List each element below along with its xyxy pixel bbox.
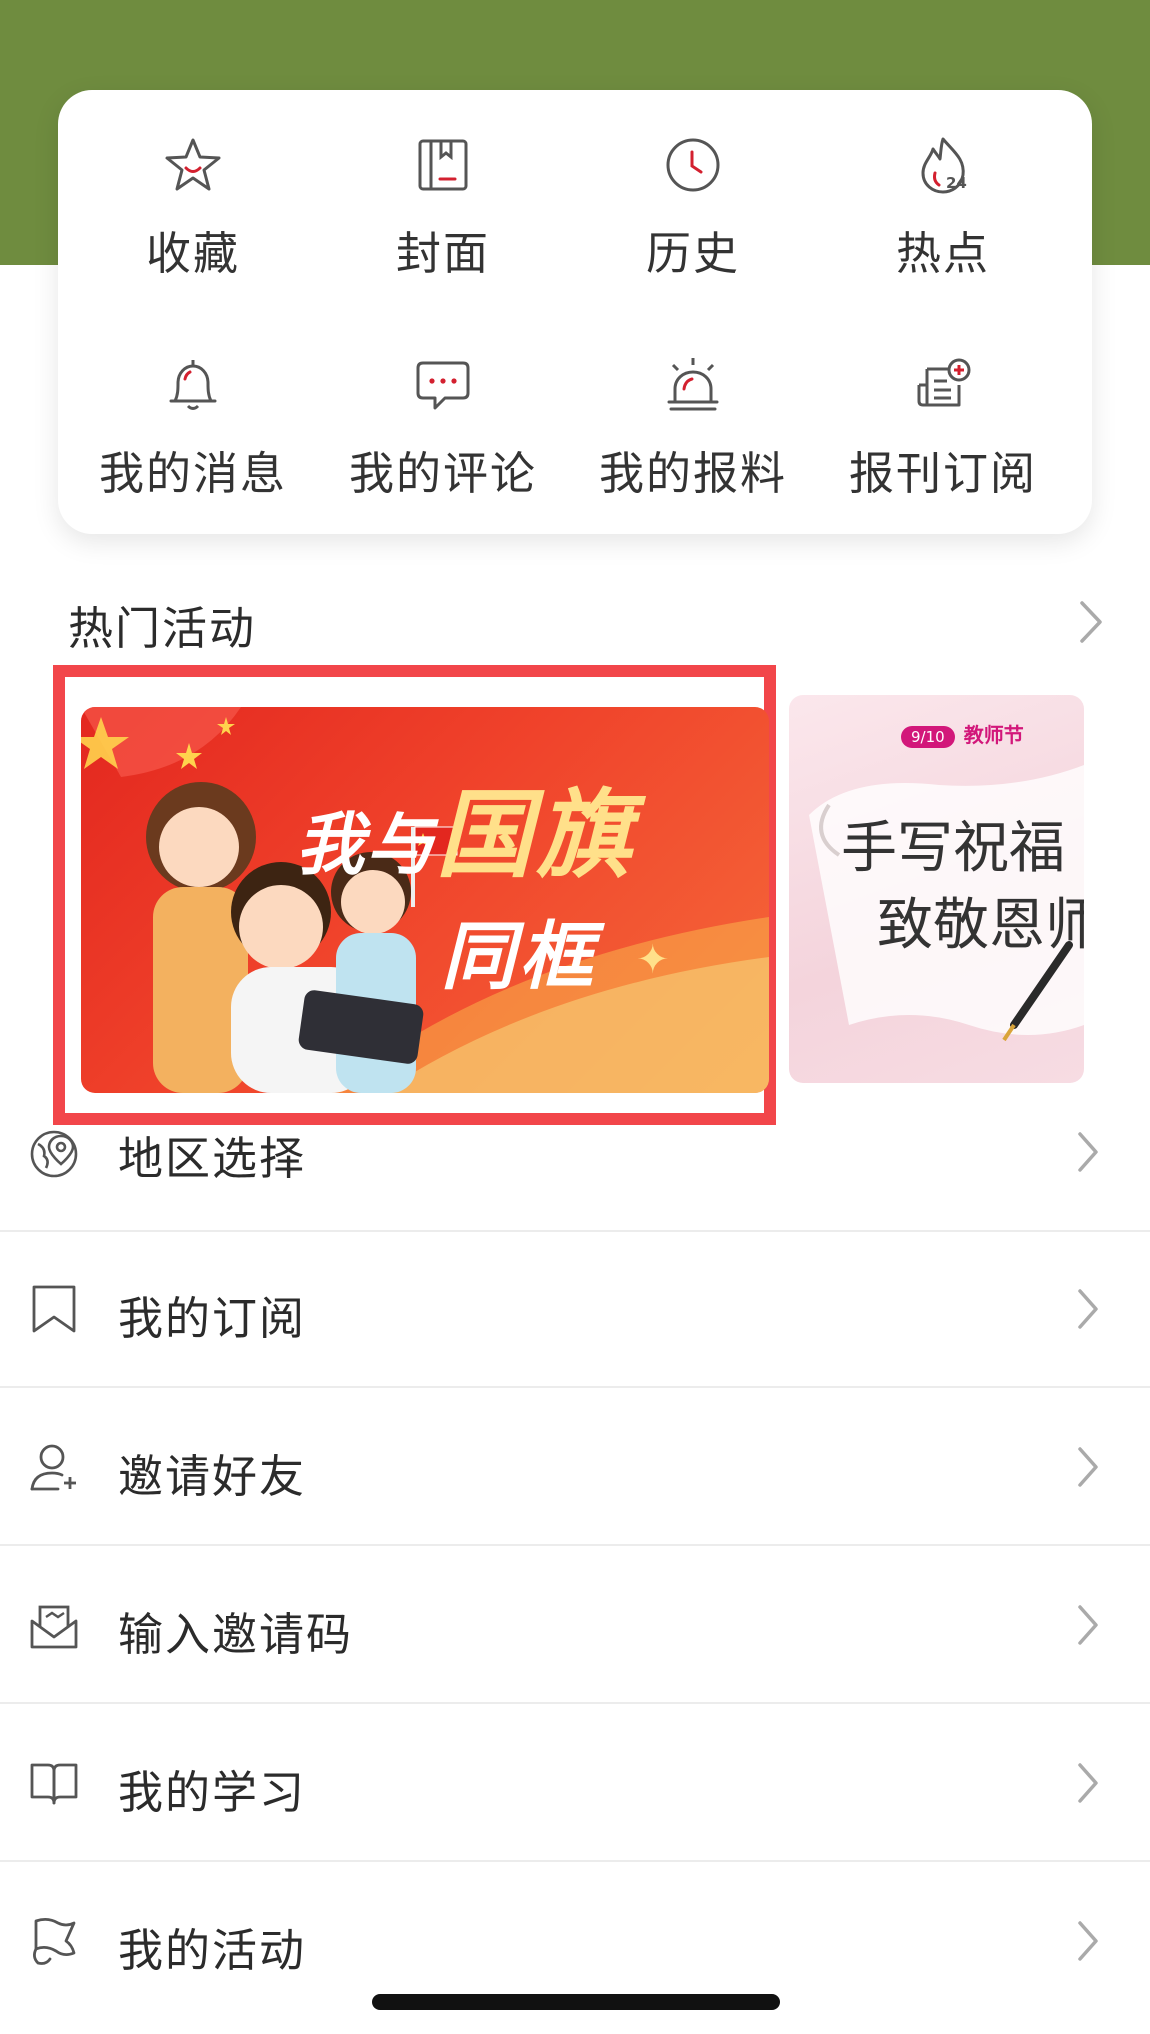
list-item-label: 邀请好友 <box>118 1450 307 1503</box>
grid-label: 收藏 <box>145 227 240 280</box>
list-item-label: 我的活动 <box>118 1924 307 1977</box>
flame-24-icon: 24 <box>913 135 973 195</box>
invite-code-icon <box>28 1599 80 1651</box>
list-item-enter-invite-code[interactable]: 输入邀请码 <box>0 1546 1150 1704</box>
chevron-right-icon <box>1076 1445 1100 1489</box>
grid-label: 我的消息 <box>98 447 287 500</box>
hot-activities-more-chevron-icon[interactable] <box>1078 600 1104 644</box>
list-item-invite-friends[interactable]: 邀请好友 <box>0 1388 1150 1546</box>
teachers-day-tag: 9/10 教师节 <box>901 719 1024 748</box>
add-user-icon <box>28 1441 80 1493</box>
banner2-line1: 手写祝福 <box>841 816 1065 881</box>
grid-item-comments[interactable]: 我的评论 <box>318 355 568 525</box>
book-icon <box>28 1757 80 1809</box>
banner1-title-part-a: 我与 <box>296 806 437 885</box>
sparkle-icon: ✦ <box>636 937 670 983</box>
bell-icon <box>163 355 223 415</box>
grid-item-cover[interactable]: 封面 <box>318 135 568 305</box>
list-item-my-learning[interactable]: 我的学习 <box>0 1704 1150 1862</box>
comment-icon <box>413 355 473 415</box>
grid-label: 我的报料 <box>598 447 787 500</box>
flag-frame-banner[interactable]: 我与国旗 同框 ✦ <box>81 707 769 1093</box>
chevron-right-icon <box>1076 1287 1100 1331</box>
grid-label: 报刊订阅 <box>848 447 1037 500</box>
list-item-region[interactable]: 地区选择 <box>0 1068 1150 1232</box>
list-item-label: 输入邀请码 <box>118 1608 354 1661</box>
grid-label: 封面 <box>395 227 490 280</box>
svg-text:24: 24 <box>946 174 967 192</box>
grid-item-messages[interactable]: 我的消息 <box>68 355 318 525</box>
grid-label: 我的评论 <box>348 447 537 500</box>
grid-label: 历史 <box>645 227 740 280</box>
siren-icon <box>663 355 723 415</box>
banner1-title-part-b: 国旗 <box>436 779 637 891</box>
grid-label: 热点 <box>895 227 990 280</box>
tag-date: 9/10 <box>901 726 955 748</box>
clock-icon <box>663 135 723 195</box>
quick-actions-card: 收藏 封面 历史 24 热点 我的消息 我的评论 我的报料 报刊订阅 <box>58 90 1092 534</box>
flag-icon <box>28 1915 80 1967</box>
globe-location-icon <box>28 1128 80 1180</box>
chevron-right-icon <box>1076 1603 1100 1647</box>
list-item-label: 我的订阅 <box>118 1292 307 1345</box>
tag-name: 教师节 <box>963 723 1024 747</box>
chevron-right-icon <box>1076 1761 1100 1805</box>
list-item-label: 我的学习 <box>118 1766 307 1819</box>
grid-item-history[interactable]: 历史 <box>568 135 818 305</box>
banner1-title-line2: 同框 <box>441 914 597 1000</box>
grid-item-reports[interactable]: 我的报料 <box>568 355 818 525</box>
chevron-right-icon <box>1076 1130 1100 1174</box>
list-item-label: 地区选择 <box>118 1132 307 1185</box>
teachers-day-banner[interactable]: 9/10 教师节 手写祝福 致敬恩师 <box>789 695 1084 1083</box>
star-icon <box>163 135 223 195</box>
home-indicator[interactable] <box>372 1994 780 2010</box>
bookmark-icon <box>28 1283 80 1335</box>
grid-item-favorites[interactable]: 收藏 <box>68 135 318 305</box>
banner1-title-line1: 我与国旗 <box>296 757 636 896</box>
cover-icon <box>413 135 473 195</box>
selected-banner-highlight: 我与国旗 同框 ✦ <box>53 665 776 1125</box>
banner2-line2: 致敬恩师 <box>877 893 1084 958</box>
chevron-right-icon <box>1076 1919 1100 1963</box>
hot-activities-title: 热门活动 <box>68 602 257 655</box>
subscribe-icon <box>913 355 973 415</box>
grid-item-hotspot[interactable]: 24 热点 <box>818 135 1068 305</box>
list-item-my-subscription[interactable]: 我的订阅 <box>0 1230 1150 1388</box>
grid-item-subscription[interactable]: 报刊订阅 <box>818 355 1068 525</box>
